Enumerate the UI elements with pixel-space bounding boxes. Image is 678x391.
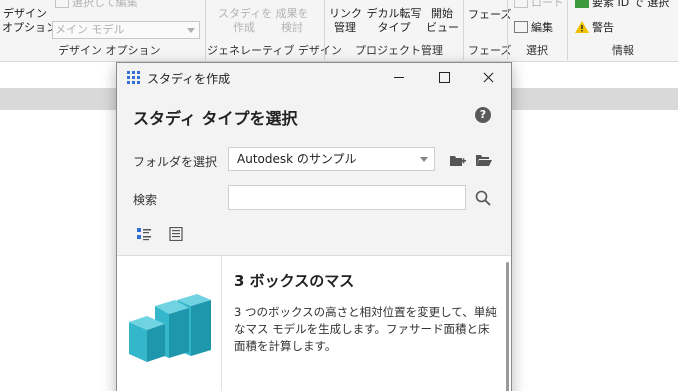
study-title[interactable]: 3 ボックスのマス xyxy=(234,270,354,291)
select-by-id-button[interactable]: 要素 ID で 選択 xyxy=(575,0,669,10)
manage-links-line1: リンク xyxy=(329,7,362,20)
warnings-label: 警告 xyxy=(592,21,614,34)
load-icon xyxy=(514,0,528,8)
add-folder-icon[interactable] xyxy=(450,154,466,167)
select-for-edit-button[interactable]: 選択して編集 xyxy=(55,0,138,10)
design-option-combo-value: メイン モデル xyxy=(55,23,125,36)
edit-label: 編集 xyxy=(531,21,553,34)
divider xyxy=(567,0,568,60)
load-selection-button[interactable]: ロード xyxy=(514,0,564,10)
select-edit-icon xyxy=(55,0,69,8)
select-by-id-icon xyxy=(575,0,589,8)
maximize-button[interactable] xyxy=(423,63,465,91)
create-study-line1: スタディを xyxy=(218,7,273,20)
chevron-down-icon xyxy=(420,157,428,162)
minimize-button[interactable] xyxy=(377,63,419,91)
help-icon[interactable]: ? xyxy=(475,107,491,123)
manage-links-line2: 管理 xyxy=(334,21,356,34)
load-label: ロード xyxy=(531,0,564,9)
design-options-button[interactable]: デザイン オプション xyxy=(2,7,57,35)
search-label: 検索 xyxy=(133,193,158,207)
three-box-mass-icon xyxy=(129,294,211,362)
design-option-combo[interactable]: メイン モデル xyxy=(52,21,200,39)
detail-view-icon[interactable] xyxy=(169,227,183,241)
edit-selection-icon xyxy=(514,21,528,33)
scrollbar-thumb[interactable] xyxy=(506,262,509,391)
divider xyxy=(205,0,206,60)
decal-types-line2: タイプ xyxy=(377,21,411,34)
starting-view-line2: ビュー xyxy=(426,21,459,34)
decal-types-line1: デカル転写 xyxy=(366,7,422,20)
select-by-id-label: 要素 ID で 選択 xyxy=(592,0,670,9)
warning-icon xyxy=(575,21,589,33)
create-study-button[interactable]: スタディを 作成 xyxy=(218,7,273,35)
folder-label: フォルダを選択 xyxy=(133,155,218,169)
chevron-down-icon xyxy=(187,28,195,33)
starting-view-line1: 開始 xyxy=(431,7,453,20)
dialog-heading: スタディ タイプを選択 xyxy=(133,109,298,128)
explore-outcomes-line2: 検討 xyxy=(281,21,303,34)
folder-select[interactable]: Autodesk のサンプル xyxy=(228,147,435,171)
dialog-title: スタディを作成 xyxy=(147,72,231,86)
close-button[interactable] xyxy=(467,63,509,91)
warnings-button[interactable]: 警告 xyxy=(575,21,614,35)
phases-button-label: フェーズ xyxy=(468,8,512,21)
search-icon[interactable] xyxy=(475,190,491,206)
group-label-phases: フェーズ xyxy=(468,44,512,57)
starting-view-button[interactable]: 開始 ビュー xyxy=(426,7,459,35)
grid-app-icon xyxy=(127,71,140,84)
explore-outcomes-button[interactable]: 成果を 検討 xyxy=(272,7,312,35)
ribbon: デザイン オプション 選択して編集 メイン モデル デザイン オプション スタデ… xyxy=(0,0,678,62)
create-study-line2: 作成 xyxy=(233,21,255,34)
group-label-design-options: デザイン オプション xyxy=(58,44,161,57)
group-label-info: 情報 xyxy=(612,44,634,57)
explore-outcomes-line1: 成果を xyxy=(275,7,309,20)
group-label-project-management: プロジェクト管理 xyxy=(355,44,443,57)
edit-selection-button[interactable]: 編集 xyxy=(514,21,553,35)
study-type-list: 3 ボックスのマス 3 つのボックスの高さと相対位置を変更して、単純なマス モデ… xyxy=(117,255,511,391)
design-options-button-line2: オプション xyxy=(2,21,57,34)
select-for-edit-label: 選択して編集 xyxy=(72,0,138,9)
group-label-selection: 選択 xyxy=(526,44,548,57)
divider xyxy=(324,0,325,60)
decal-types-button[interactable]: デカル転写 タイプ xyxy=(364,7,424,35)
manage-links-button[interactable]: リンク 管理 xyxy=(329,7,362,35)
open-folder-icon[interactable] xyxy=(476,154,492,167)
create-study-dialog: スタディを作成 スタディ タイプを選択 ? フォルダを選択 Autodesk の… xyxy=(116,62,512,391)
group-label-generative-design: ジェネレーティブ デザイン xyxy=(207,44,342,57)
design-options-button-line1: デザイン xyxy=(3,7,47,20)
list-view-icon[interactable] xyxy=(137,227,151,241)
dialog-titlebar[interactable]: スタディを作成 xyxy=(117,63,511,91)
study-thumbnail[interactable] xyxy=(117,256,222,391)
divider xyxy=(507,0,508,60)
divider xyxy=(463,0,464,60)
search-input[interactable] xyxy=(228,185,466,210)
folder-select-value: Autodesk のサンプル xyxy=(237,152,357,166)
phases-button[interactable]: フェーズ xyxy=(468,8,511,22)
study-description: 3 つのボックスの高さと相対位置を変更して、単純なマス モデルを生成します。ファ… xyxy=(234,305,497,353)
